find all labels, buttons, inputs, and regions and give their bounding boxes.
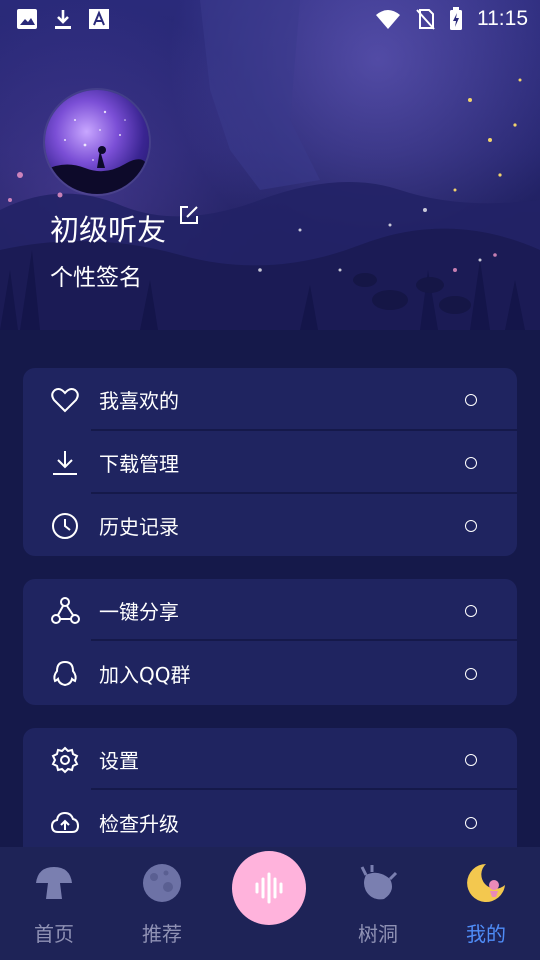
download-notification-icon: [55, 10, 71, 29]
download-icon: [53, 450, 77, 475]
nav-label: 树洞: [358, 922, 398, 946]
play-center-button[interactable]: [232, 851, 306, 925]
battery-charging-icon: [450, 7, 462, 30]
moon-planet-icon: [143, 864, 181, 902]
nav-label: 我的: [466, 922, 506, 946]
nav-item-home[interactable]: 首页: [0, 847, 108, 960]
cloud-upload-icon: [50, 811, 80, 833]
indicator-dot: [465, 753, 477, 766]
nav-label: 推荐: [142, 922, 182, 946]
menu-item-label: 检查升级: [99, 812, 179, 836]
gear-icon: [51, 746, 79, 773]
status-bar: 11:15: [0, 0, 540, 38]
profile-header: 11:15 初级听友 个性签名: [0, 0, 540, 330]
heart-icon: [51, 387, 79, 412]
app-a-icon: [89, 9, 109, 29]
nav-label: 首页: [34, 922, 74, 946]
avatar[interactable]: [45, 90, 149, 194]
menu-card-library: 我喜欢的 下载管理 历史记录: [23, 368, 517, 556]
menu-item-label: 历史记录: [99, 515, 179, 539]
edit-icon[interactable]: [178, 204, 200, 226]
indicator-dot: [465, 604, 477, 617]
menu-item-settings[interactable]: 设置: [23, 728, 517, 791]
sound-wave-icon: [255, 872, 283, 904]
nav-item-recommend[interactable]: 推荐: [108, 847, 216, 960]
mushroom-icon: [36, 867, 72, 899]
status-time: 11:15: [477, 7, 528, 30]
signature[interactable]: 个性签名: [50, 262, 142, 294]
no-sim-icon: [416, 9, 435, 30]
menu-item-label: 加入QQ群: [99, 663, 191, 687]
menu-item-favorites[interactable]: 我喜欢的: [23, 368, 517, 431]
wifi-icon: [376, 10, 400, 29]
menu-item-label: 我喜欢的: [99, 389, 179, 413]
galaxy-avatar-image: [45, 110, 149, 194]
bottom-nav: 首页 推荐 树洞 我的: [0, 847, 540, 960]
menu-item-label: 一键分享: [99, 600, 179, 624]
indicator-dot: [465, 393, 477, 406]
menu-item-label: 下载管理: [99, 452, 179, 476]
clock-icon: [52, 512, 78, 539]
menu-card-social: 一键分享 加入QQ群: [23, 579, 517, 705]
indicator-dot: [465, 667, 477, 680]
indicator-dot: [465, 816, 477, 829]
menu-item-label: 设置: [99, 749, 139, 773]
menu-item-history[interactable]: 历史记录: [23, 494, 517, 556]
indicator-dot: [465, 456, 477, 469]
image-icon: [17, 9, 37, 29]
crescent-moon-icon: [467, 864, 505, 902]
menu-item-downloads[interactable]: 下载管理: [23, 431, 517, 494]
menu-item-join-qq-group[interactable]: 加入QQ群: [23, 642, 517, 705]
share-icon: [51, 596, 80, 624]
username[interactable]: 初级听友: [50, 210, 166, 250]
menu-item-share[interactable]: 一键分享: [23, 579, 517, 642]
indicator-dot: [465, 519, 477, 532]
menu-card-system: 设置 检查升级: [23, 728, 517, 848]
nav-item-tree-hole[interactable]: 树洞: [324, 847, 432, 960]
tree-hole-icon: [360, 865, 398, 900]
menu-item-check-update[interactable]: 检查升级: [23, 791, 517, 848]
qq-icon: [53, 660, 77, 686]
nav-item-mine[interactable]: 我的: [432, 847, 540, 960]
